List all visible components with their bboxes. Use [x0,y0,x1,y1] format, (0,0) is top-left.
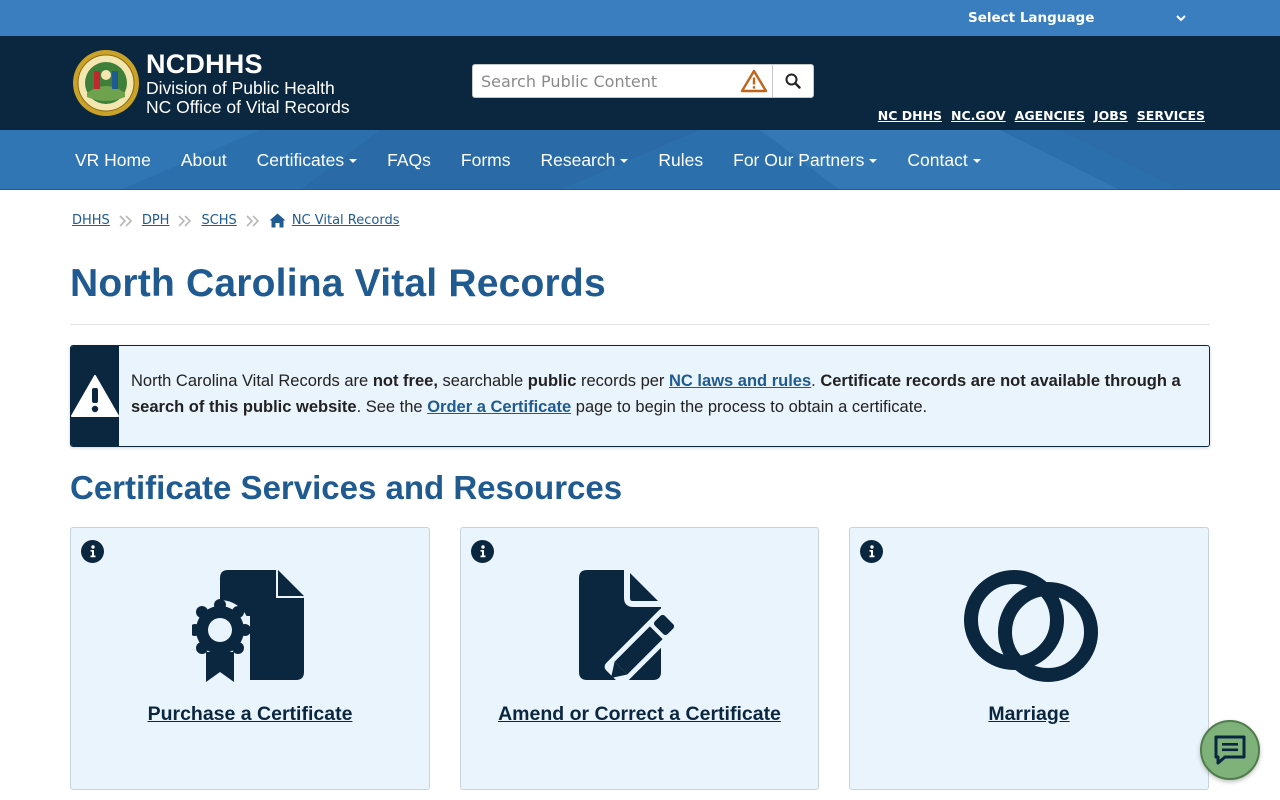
title-divider [70,324,1210,325]
nav-item-vr-home[interactable]: VR Home [60,150,166,171]
util-link-nc-gov[interactable]: NC.GOV [951,108,1006,123]
language-select[interactable]: Select Language [966,0,1190,36]
site-logo[interactable]: NCDHHS Division of Public Health NC Offi… [72,49,350,117]
double-chevron-right-icon [178,214,192,227]
brand-name: NCDHHS [146,48,263,79]
warning-icon [736,65,772,97]
search-button[interactable] [772,65,813,97]
chat-icon [1214,735,1246,765]
alert-icon-column [71,346,119,446]
notice-alert: North Carolina Vital Records are not fre… [70,345,1210,447]
utility-links: NC DHHS NC.GOV AGENCIES JOBS SERVICES [878,108,1205,123]
card-marriage[interactable]: Marriage [849,527,1209,790]
chevron-down-icon [1174,11,1188,25]
nav-item-contact[interactable]: Contact [892,150,995,171]
card-title[interactable]: Amend or Correct a Certificate [481,702,798,727]
util-link-nc-dhhs[interactable]: NC DHHS [878,108,942,123]
division-name: Division of Public Health [146,77,335,98]
breadcrumb-dph[interactable]: DPH [142,213,170,228]
warning-icon [71,375,119,417]
breadcrumb-nc-vital-records[interactable]: NC Vital Records [292,213,400,228]
page-title: North Carolina Vital Records [70,262,606,305]
rings-icon [964,570,1098,682]
breadcrumb-dhhs[interactable]: DHHS [72,213,110,228]
caret-down-icon [620,159,629,163]
caret-down-icon [869,159,878,163]
caret-down-icon [349,159,358,163]
double-chevron-right-icon [246,214,260,227]
search-icon [785,73,801,89]
double-chevron-right-icon [119,214,133,227]
nav-item-certificates[interactable]: Certificates [242,150,373,171]
alert-text: North Carolina Vital Records are not fre… [131,372,1181,416]
site-header: NCDHHS Division of Public Health NC Offi… [0,36,1280,130]
info-icon[interactable] [471,540,494,563]
language-bar: Select Language [0,0,1280,36]
info-icon[interactable] [860,540,883,563]
section-title: Certificate Services and Resources [70,469,623,506]
search-box [472,64,814,98]
certificate-award-icon [192,570,304,682]
nav-item-forms[interactable]: Forms [446,150,526,171]
card-title[interactable]: Marriage [870,702,1188,727]
search-input[interactable] [473,65,736,97]
util-link-jobs[interactable]: JOBS [1094,108,1128,123]
util-link-services[interactable]: SERVICES [1137,108,1205,123]
language-select-label: Select Language [968,10,1095,26]
breadcrumb-schs[interactable]: SCHS [201,213,236,228]
chat-button[interactable] [1200,720,1260,780]
breadcrumb: DHHS DPH SCHS NC Vital Records [72,213,399,228]
order-certificate-link[interactable]: Order a Certificate [427,398,571,416]
caret-down-icon [972,159,981,163]
util-link-agencies[interactable]: AGENCIES [1015,108,1085,123]
nav-item-about[interactable]: About [166,150,242,171]
file-edit-icon [578,570,681,684]
nc-state-seal-icon [73,50,139,116]
home-icon [269,213,286,228]
card-purchase-certificate[interactable]: Purchase a Certificate [70,527,430,790]
nav-item-faqs[interactable]: FAQs [372,150,446,171]
nav-item-for-our-partners[interactable]: For Our Partners [718,150,892,171]
nav-item-rules[interactable]: Rules [643,150,718,171]
office-name: NC Office of Vital Records [146,96,350,117]
info-icon[interactable] [81,540,104,563]
nav-item-research[interactable]: Research [525,150,643,171]
card-title[interactable]: Purchase a Certificate [91,702,409,727]
card-amend-certificate[interactable]: Amend or Correct a Certificate [460,527,819,790]
main-nav: VR Home About Certificates FAQs Forms Re… [0,130,1280,190]
nc-laws-rules-link[interactable]: NC laws and rules [669,372,811,390]
